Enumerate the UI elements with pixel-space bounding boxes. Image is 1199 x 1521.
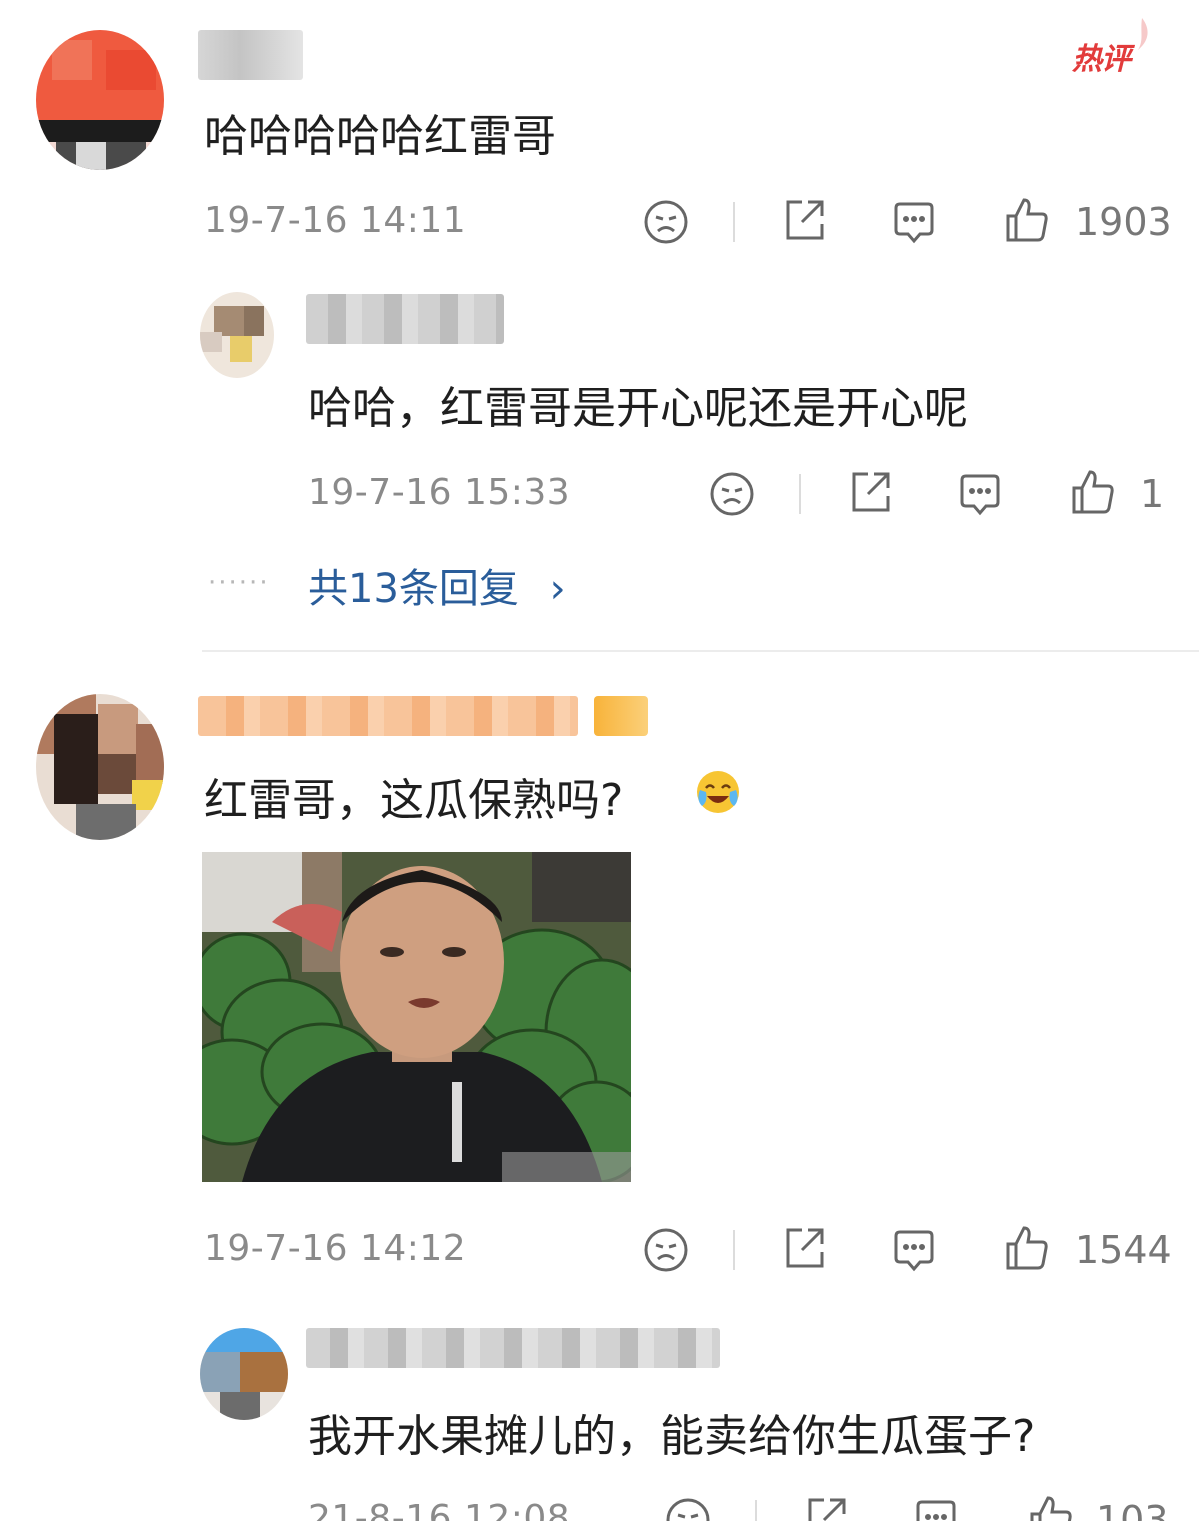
share-icon[interactable] bbox=[780, 1224, 828, 1272]
share-icon[interactable] bbox=[846, 468, 894, 516]
hot-badge-flame-icon bbox=[1120, 16, 1154, 56]
username-blurred[interactable] bbox=[198, 696, 578, 736]
share-icon[interactable] bbox=[802, 1494, 850, 1521]
comment-divider bbox=[202, 650, 1199, 652]
comment-icon[interactable] bbox=[956, 470, 1004, 518]
comment-time: 19-7-16 14:11 bbox=[204, 200, 467, 241]
action-separator bbox=[799, 474, 801, 514]
like-thumb-icon[interactable] bbox=[1026, 1494, 1074, 1521]
reply-avatar[interactable] bbox=[200, 1328, 288, 1420]
action-separator bbox=[755, 1500, 757, 1521]
share-icon[interactable] bbox=[780, 196, 828, 244]
comment-icon[interactable] bbox=[912, 1496, 960, 1521]
dislike-face-icon[interactable] bbox=[642, 1226, 690, 1274]
dislike-face-icon[interactable] bbox=[664, 1496, 712, 1521]
avatar[interactable] bbox=[36, 30, 164, 170]
user-badge-icon bbox=[594, 696, 648, 736]
comment-icon[interactable] bbox=[890, 198, 938, 246]
comment-icon[interactable] bbox=[890, 1226, 938, 1274]
like-thumb-icon[interactable] bbox=[1068, 468, 1116, 516]
more-replies-link[interactable]: 共13条回复 › bbox=[308, 556, 566, 614]
reply-avatar[interactable] bbox=[200, 292, 274, 378]
like-count: 1 bbox=[1140, 472, 1165, 516]
reply-time: 21-8-16 12:08 bbox=[308, 1498, 571, 1521]
comment-time: 19-7-16 14:12 bbox=[204, 1228, 467, 1269]
dislike-face-icon[interactable] bbox=[642, 198, 690, 246]
like-count: 1544 bbox=[1075, 1228, 1172, 1272]
reply-text: 哈哈，红雷哥是开心呢还是开心呢 bbox=[308, 383, 968, 434]
reply-time: 19-7-16 15:33 bbox=[308, 472, 571, 513]
like-count: 1903 bbox=[1075, 200, 1172, 244]
comment-text: 哈哈哈哈哈红雷哥 bbox=[204, 111, 556, 162]
comment-text: 红雷哥，这瓜保熟吗? bbox=[204, 775, 624, 826]
dislike-face-icon[interactable] bbox=[708, 470, 756, 518]
more-replies-label: 共13条回复 bbox=[308, 566, 519, 612]
action-separator bbox=[733, 1230, 735, 1270]
comment-image[interactable] bbox=[202, 852, 631, 1182]
laughing-crying-emoji bbox=[694, 768, 742, 820]
more-replies-dots: ······ bbox=[208, 568, 270, 598]
action-separator bbox=[733, 202, 735, 242]
reply-username-blurred[interactable] bbox=[306, 294, 504, 344]
like-thumb-icon[interactable] bbox=[1002, 196, 1050, 244]
chevron-right-icon: › bbox=[549, 566, 566, 612]
reply-username-blurred[interactable] bbox=[306, 1328, 720, 1368]
like-count: 103 bbox=[1096, 1498, 1169, 1521]
like-thumb-icon[interactable] bbox=[1002, 1224, 1050, 1272]
avatar[interactable] bbox=[36, 694, 164, 840]
username-blurred[interactable] bbox=[198, 30, 303, 80]
reply-text: 我开水果摊儿的，能卖给你生瓜蛋子? bbox=[308, 1411, 1036, 1462]
